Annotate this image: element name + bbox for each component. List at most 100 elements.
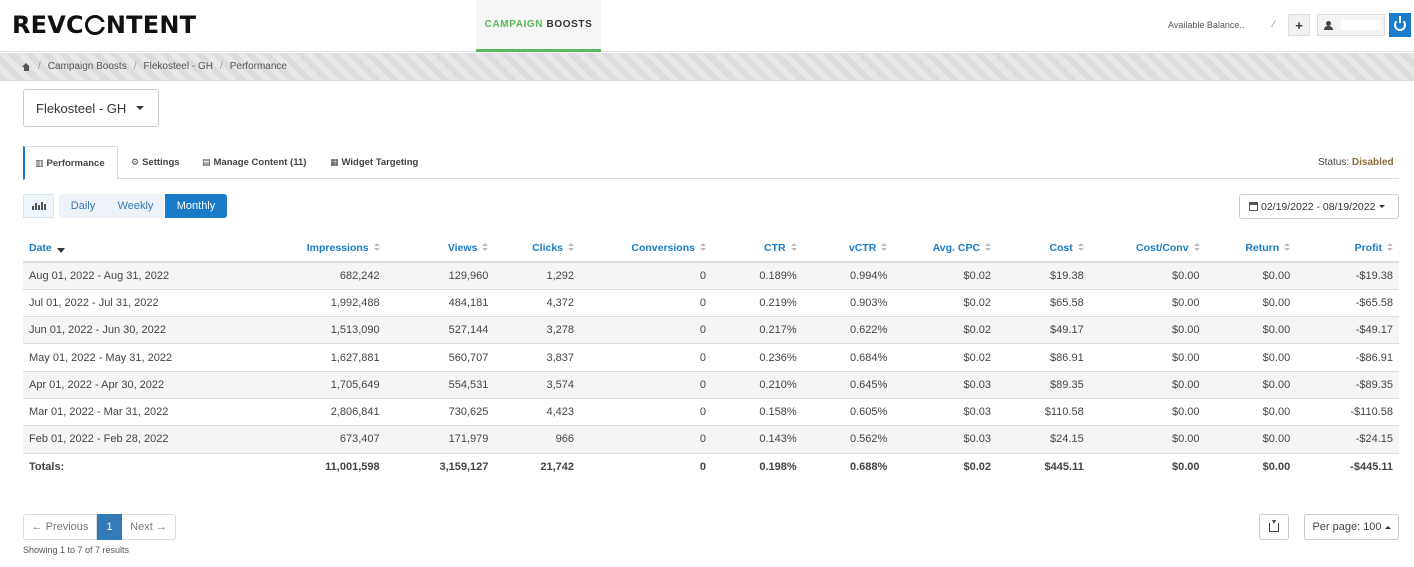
table-cell: 0.189% xyxy=(711,262,803,290)
per-page-selector[interactable]: Per page: 100 xyxy=(1304,514,1399,540)
table-cell: 0.645% xyxy=(802,371,894,399)
totals-cell: $0.00 xyxy=(1205,453,1297,481)
table-cell: -$89.35 xyxy=(1296,371,1399,399)
table-cell: 1,627,881 xyxy=(194,343,386,372)
period-monthly-button[interactable]: Monthly xyxy=(165,194,227,218)
breadcrumb-performance: Performance xyxy=(229,61,287,72)
home-icon[interactable] xyxy=(22,62,31,71)
table-cell: 0 xyxy=(580,316,712,345)
per-page-label: Per page: 100 xyxy=(1312,521,1382,533)
table-cell: $110.58 xyxy=(997,398,1090,427)
campaign-selector[interactable]: Flekosteel - GH xyxy=(23,89,159,127)
table-cell: 1,705,649 xyxy=(194,371,386,399)
breadcrumb-campaign-boosts[interactable]: Campaign Boosts xyxy=(48,61,127,72)
table-cell: Aug 01, 2022 - Aug 31, 2022 xyxy=(23,262,195,290)
logo-text-left: REVC xyxy=(12,11,84,39)
table-cell: 1,992,488 xyxy=(194,289,386,318)
column-header-impressions[interactable]: Impressions xyxy=(194,234,386,263)
previous-page-button[interactable]: ← Previous xyxy=(23,514,97,540)
table-cell: 673,407 xyxy=(194,425,386,454)
table-cell: 0 xyxy=(580,371,712,399)
tab-bar: ▥ Performance ⚙ Settings ▤ Manage Content (… xyxy=(23,146,1399,180)
table-cell: 4,372 xyxy=(494,289,581,318)
table-cell: May 01, 2022 - May 31, 2022 xyxy=(23,343,195,372)
tab-settings[interactable]: ⚙ Settings xyxy=(131,146,180,179)
totals-cell: 0.198% xyxy=(711,453,803,481)
column-header-cost[interactable]: Cost xyxy=(997,234,1090,263)
sort-icon xyxy=(1284,242,1291,252)
page-1-button[interactable]: 1 xyxy=(97,514,122,540)
table-cell: $0.00 xyxy=(1205,371,1297,399)
chart-toggle-button[interactable] xyxy=(23,194,54,218)
table-cell: 3,278 xyxy=(494,316,581,345)
balance-dropdown-icon[interactable]: ⁄ xyxy=(1273,19,1275,29)
sort-icon xyxy=(373,242,380,252)
logout-button[interactable] xyxy=(1389,13,1411,37)
column-header-clicks[interactable]: Clicks xyxy=(494,234,581,263)
table-cell: $0.00 xyxy=(1089,343,1206,372)
nav-label-green: CAMPAIGN xyxy=(484,19,544,30)
table-cell: $24.15 xyxy=(997,425,1090,454)
table-cell: $0.02 xyxy=(893,343,998,372)
nav-campaign-boosts[interactable]: CAMPAIGN BOOSTS xyxy=(476,0,601,52)
totals-cell: 0.688% xyxy=(802,453,894,481)
column-header-vctr[interactable]: vCTR xyxy=(802,234,894,263)
table-cell: 171,979 xyxy=(385,425,495,454)
date-range-picker[interactable]: 02/19/2022 - 08/19/2022 xyxy=(1239,194,1399,219)
table-cell: 0.903% xyxy=(802,289,894,318)
tab-widget-targeting[interactable]: ▦ Widget Targeting xyxy=(330,146,418,179)
chevron-up-icon xyxy=(1384,525,1391,529)
column-header-label: Avg. CPC xyxy=(932,241,981,254)
tab-manage-content[interactable]: ▤ Manage Content (11) xyxy=(202,146,306,179)
table-cell: 560,707 xyxy=(385,343,495,372)
column-header-ctr[interactable]: CTR xyxy=(711,234,803,263)
revcontent-logo[interactable]: REVC NTENT xyxy=(12,11,196,39)
column-header-profit[interactable]: Profit xyxy=(1296,234,1399,263)
download-icon xyxy=(1269,519,1279,532)
user-icon xyxy=(1324,20,1333,30)
sort-icon xyxy=(699,242,706,252)
table-cell: $0.00 xyxy=(1205,316,1297,345)
breadcrumb-campaign[interactable]: Flekosteel - GH xyxy=(144,61,213,72)
column-header-views[interactable]: Views xyxy=(385,234,495,263)
column-header-return[interactable]: Return xyxy=(1205,234,1297,263)
column-header-date[interactable]: Date xyxy=(23,234,195,263)
user-menu-button[interactable] xyxy=(1317,14,1385,36)
power-icon xyxy=(1394,16,1406,31)
add-funds-button[interactable]: + xyxy=(1288,14,1310,36)
table-cell: 0.684% xyxy=(802,343,894,372)
column-header-conversions[interactable]: Conversions xyxy=(580,234,712,263)
table-cell: $0.03 xyxy=(893,371,998,399)
table-cell: 0 xyxy=(580,262,712,290)
table-cell: $0.00 xyxy=(1089,262,1206,290)
table-row: Aug 01, 2022 - Aug 31, 2022 682,242 129,96… xyxy=(23,262,1399,290)
next-page-button[interactable]: Next → xyxy=(122,514,176,540)
period-daily-button[interactable]: Daily xyxy=(59,194,107,218)
logo-text-right: NTENT xyxy=(105,11,197,39)
table-cell: Feb 01, 2022 - Feb 28, 2022 xyxy=(23,425,195,454)
calendar-icon xyxy=(1249,202,1258,211)
tab-performance[interactable]: ▥ Performance xyxy=(23,146,118,180)
table-cell: 0.210% xyxy=(711,371,803,399)
table-row: Jul 01, 2022 - Jul 31, 2022 1,992,488 484,… xyxy=(23,289,1399,318)
breadcrumb-separator: / xyxy=(133,61,137,72)
table-row: Mar 01, 2022 - Mar 31, 2022 2,806,841 730,… xyxy=(23,398,1399,427)
sort-icon xyxy=(985,242,992,252)
period-weekly-button[interactable]: Weekly xyxy=(107,194,164,218)
table-cell: 966 xyxy=(494,425,581,454)
table-cell: $0.03 xyxy=(893,425,998,454)
table-cell: 0 xyxy=(580,343,712,372)
totals-cell: $0.02 xyxy=(893,453,998,481)
gear-icon: ⚙ xyxy=(131,157,140,167)
available-balance[interactable]: Available Balance.. xyxy=(1168,20,1244,30)
table-row: Jun 01, 2022 - Jun 30, 2022 1,513,090 527,… xyxy=(23,316,1399,345)
column-header-cost-conv[interactable]: Cost/Conv xyxy=(1089,234,1206,263)
table-cell: 1,292 xyxy=(494,262,581,290)
column-header-avg-cpc[interactable]: Avg. CPC xyxy=(893,234,998,263)
table-cell: 0.605% xyxy=(802,398,894,427)
download-button[interactable] xyxy=(1259,514,1289,540)
column-header-label: Views xyxy=(447,241,478,254)
table-cell: $0.00 xyxy=(1205,398,1297,427)
table-cell: Jun 01, 2022 - Jun 30, 2022 xyxy=(23,316,195,345)
table-cell: 730,625 xyxy=(385,398,495,427)
